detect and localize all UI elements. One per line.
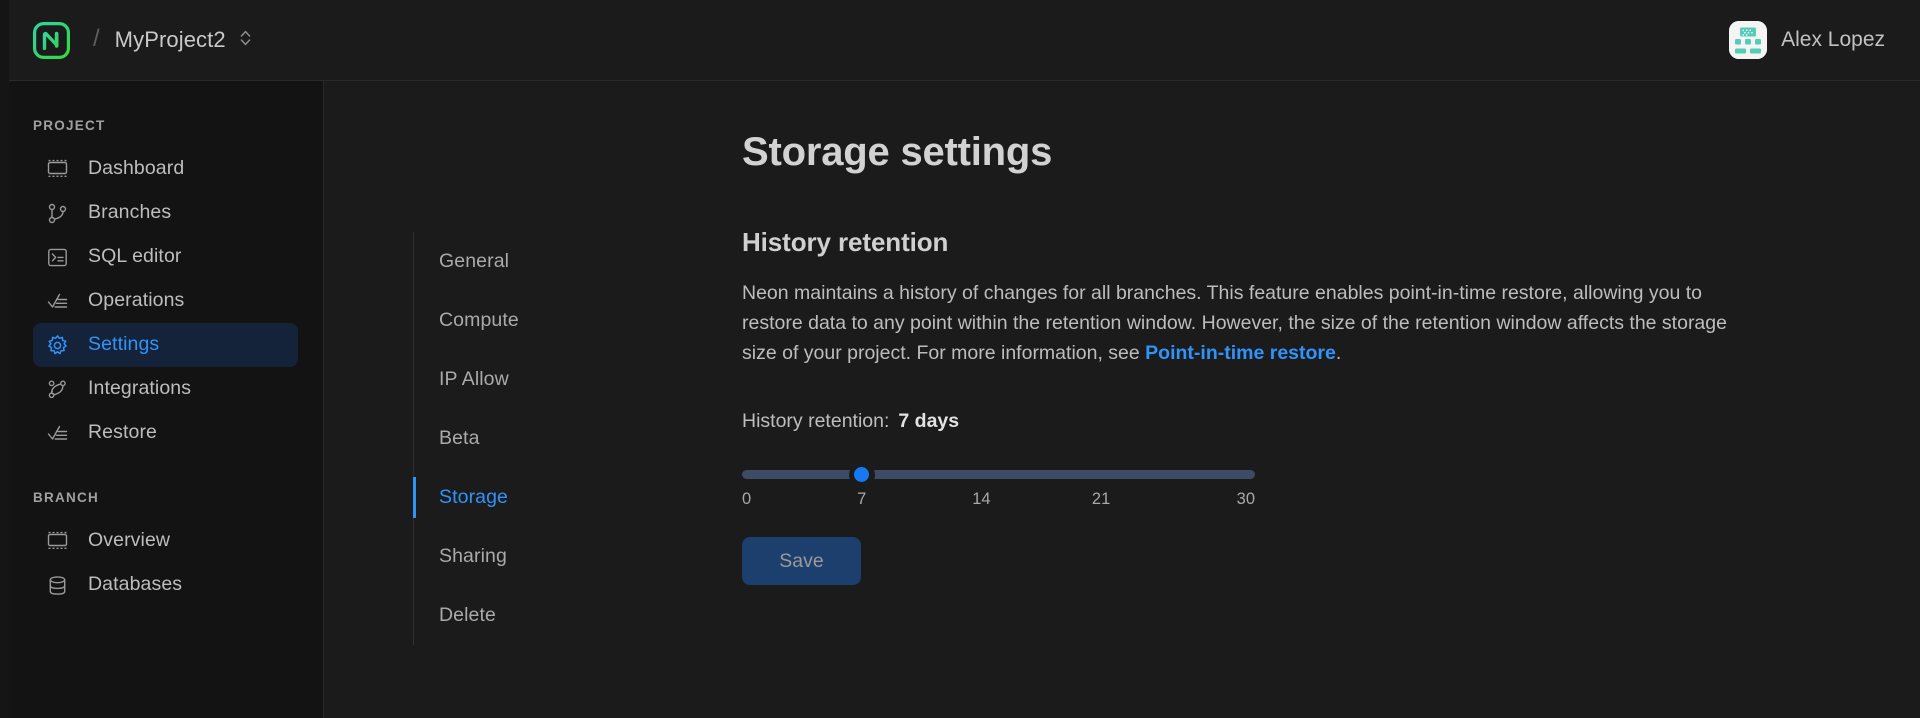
sidebar-item-label: Branches [88, 203, 171, 223]
app-root: / MyProject2 [0, 0, 1920, 718]
brand-area: / MyProject2 [33, 0, 252, 80]
sidebar-item-restore[interactable]: Restore [33, 411, 298, 455]
main-content: Storage settings History retention Neon … [742, 130, 1822, 585]
slider-tick: 30 [1237, 490, 1255, 509]
retention-value: 7 days [898, 410, 959, 432]
subnav-item-compute[interactable]: Compute [414, 291, 613, 350]
retention-value-row: History retention: 7 days [742, 410, 1822, 433]
sidebar-group-title-project: PROJECT [33, 118, 323, 133]
identicon-avatar [1729, 21, 1767, 59]
sidebar-item-operations[interactable]: Operations [33, 279, 298, 323]
subnav-item-delete[interactable]: Delete [414, 586, 613, 645]
sidebar-item-label: Dashboard [88, 159, 184, 179]
point-in-time-restore-link[interactable]: Point-in-time restore [1145, 342, 1336, 364]
sidebar-item-settings[interactable]: Settings [33, 323, 298, 367]
dashboard-icon [46, 158, 69, 181]
project-name: MyProject2 [115, 27, 226, 53]
subnav-item-beta[interactable]: Beta [414, 409, 613, 468]
subnav-item-general[interactable]: General [414, 232, 613, 291]
sidebar-item-integrations[interactable]: Integrations [33, 367, 298, 411]
section-description: Neon maintains a history of changes for … [742, 278, 1750, 368]
slider-tick: 7 [857, 490, 866, 509]
slider-tick: 21 [1092, 490, 1110, 509]
save-button[interactable]: Save [742, 537, 861, 585]
subnav-label: Beta [439, 427, 480, 450]
sidebar-item-label: Integrations [88, 379, 191, 399]
user-name: Alex Lopez [1781, 28, 1885, 52]
sidebar: PROJECT Dashboard [9, 81, 324, 718]
sidebar-item-sql-editor[interactable]: SQL editor [33, 235, 298, 279]
left-edge-strip [0, 0, 9, 718]
subnav-label: General [439, 250, 509, 273]
sidebar-item-label: Settings [88, 335, 159, 355]
subnav-label: IP Allow [439, 368, 509, 391]
slider-tick: 14 [972, 490, 990, 509]
subnav-label: Compute [439, 309, 519, 332]
sidebar-item-label: Restore [88, 423, 157, 443]
overview-icon [46, 530, 69, 553]
user-menu[interactable]: Alex Lopez [1729, 21, 1885, 59]
neon-logo-icon[interactable] [33, 22, 70, 59]
sidebar-group-branch: BRANCH Overview [9, 490, 323, 607]
subnav-item-sharing[interactable]: Sharing [414, 527, 613, 586]
project-selector[interactable]: MyProject2 [115, 27, 252, 53]
operations-icon [46, 290, 69, 313]
slider-tick: 0 [742, 490, 751, 509]
sidebar-item-overview[interactable]: Overview [33, 519, 298, 563]
slider-thumb[interactable] [849, 462, 875, 488]
subnav-label: Storage [439, 486, 508, 509]
sidebar-item-branches[interactable]: Branches [33, 191, 298, 235]
slider-track[interactable] [742, 470, 1255, 479]
subnav-label: Delete [439, 604, 496, 627]
top-bar: / MyProject2 [0, 0, 1920, 81]
retention-label: History retention: [742, 410, 889, 432]
sidebar-group-project: PROJECT Dashboard [9, 118, 323, 455]
subnav-label: Sharing [439, 545, 507, 568]
branches-icon [46, 202, 69, 225]
integrations-icon [46, 378, 69, 401]
gear-icon [46, 334, 69, 357]
sidebar-item-label: Overview [88, 531, 170, 551]
sidebar-group-title-branch: BRANCH [33, 490, 323, 505]
restore-icon [46, 422, 69, 445]
slider-tick-labels: 0 7 14 21 30 [742, 490, 1255, 512]
database-icon [46, 574, 69, 597]
sidebar-item-databases[interactable]: Databases [33, 563, 298, 607]
sidebar-item-label: SQL editor [88, 247, 182, 267]
subnav-item-ip-allow[interactable]: IP Allow [414, 350, 613, 409]
breadcrumb-separator: / [93, 25, 100, 53]
chevron-up-down-icon [239, 28, 252, 53]
sidebar-item-label: Databases [88, 575, 182, 595]
sidebar-item-label: Operations [88, 291, 184, 311]
settings-subnav: General Compute IP Allow Beta Storage Sh… [413, 232, 613, 645]
page-title: Storage settings [742, 130, 1822, 175]
description-text-part2: . [1336, 342, 1341, 364]
sidebar-item-dashboard[interactable]: Dashboard [33, 147, 298, 191]
section-title-history-retention: History retention [742, 227, 1822, 258]
history-retention-slider[interactable]: 0 7 14 21 30 [742, 470, 1255, 512]
sql-editor-icon [46, 246, 69, 269]
subnav-item-storage[interactable]: Storage [414, 468, 613, 527]
